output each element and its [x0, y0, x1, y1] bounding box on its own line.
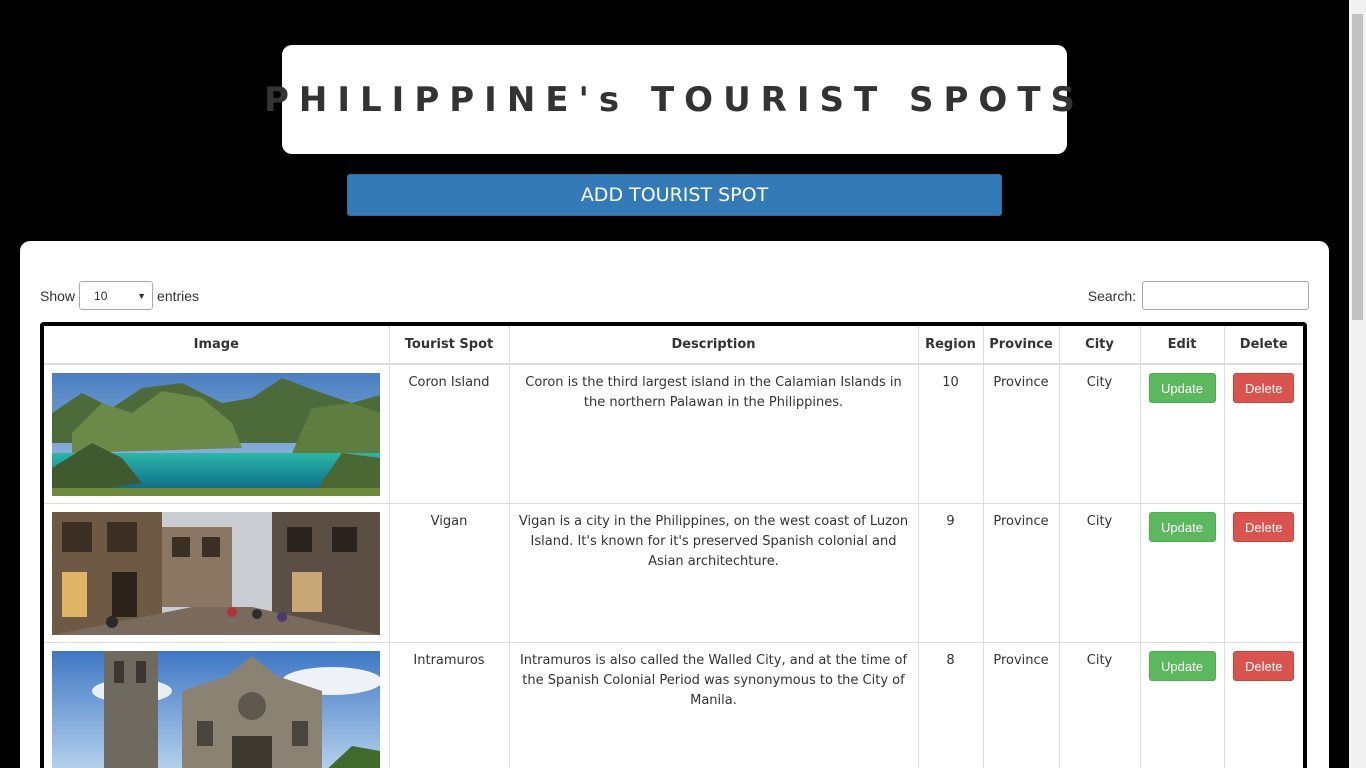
- table-row: Intramuros Intramuros is also called the…: [44, 642, 1303, 768]
- tourist-spot-cell: Vigan: [389, 503, 510, 643]
- province-cell: Province: [983, 642, 1060, 768]
- image-cell: [44, 364, 390, 504]
- table-header-row: Image Tourist Spot Description Region Pr…: [44, 326, 1303, 365]
- search-label: Search:: [1087, 287, 1136, 304]
- column-header-region[interactable]: Region: [918, 326, 984, 365]
- delete-cell: Delete: [1224, 642, 1303, 768]
- city-cell: City: [1059, 503, 1141, 643]
- tourist-spot-cell: Intramuros: [389, 642, 510, 768]
- table-panel: Show 10 ▼ entries Search: Image Tourist …: [20, 241, 1329, 768]
- region-cell: 9: [918, 503, 984, 643]
- column-header-description[interactable]: Description: [509, 326, 919, 365]
- delete-button[interactable]: Delete: [1233, 373, 1295, 403]
- table-row: Coron Island Coron is the third largest …: [44, 364, 1303, 504]
- entries-length-select[interactable]: 10 ▼: [79, 281, 154, 310]
- scrollbar-thumb[interactable]: [1352, 14, 1363, 320]
- province-cell: Province: [983, 364, 1060, 504]
- delete-button[interactable]: Delete: [1233, 511, 1295, 542]
- page-title: PHILIPPINE's TOURIST SPOTS: [263, 79, 1086, 120]
- caret-down-icon: ▼: [137, 290, 147, 301]
- edit-cell: Update: [1140, 364, 1225, 504]
- description-cell: Coron is the third largest island in the…: [509, 364, 919, 504]
- delete-button[interactable]: Delete: [1233, 650, 1295, 681]
- update-button[interactable]: Update: [1148, 511, 1216, 542]
- region-cell: 10: [918, 364, 984, 504]
- column-header-image[interactable]: Image: [44, 326, 390, 365]
- add-tourist-spot-button[interactable]: ADD TOURIST SPOT: [347, 174, 1002, 216]
- vertical-scrollbar[interactable]: [1349, 0, 1366, 768]
- province-cell: Province: [983, 503, 1060, 643]
- data-table-frame: Image Tourist Spot Description Region Pr…: [40, 322, 1307, 768]
- column-header-province[interactable]: Province: [983, 326, 1060, 365]
- city-cell: City: [1059, 642, 1141, 768]
- table-row: Vigan Vigan is a city in the Philippines…: [44, 503, 1303, 643]
- title-card: PHILIPPINE's TOURIST SPOTS: [264, 45, 1075, 154]
- column-header-edit[interactable]: Edit: [1140, 326, 1225, 365]
- search-control: Search:: [1088, 281, 1309, 310]
- edit-cell: Update: [1140, 642, 1225, 768]
- entries-length-value: 10: [94, 288, 108, 303]
- delete-cell: Delete: [1224, 503, 1303, 643]
- city-cell: City: [1059, 364, 1141, 504]
- tourist-spot-cell: Coron Island: [389, 364, 510, 504]
- update-button[interactable]: Update: [1148, 650, 1216, 681]
- image-cell: [44, 642, 390, 768]
- image-cell: [44, 503, 390, 643]
- coron-island-image: [52, 373, 380, 496]
- column-header-tourist-spot[interactable]: Tourist Spot: [389, 326, 510, 365]
- vigan-image: [52, 511, 380, 635]
- length-control: Show 10 ▼ entries: [40, 281, 199, 310]
- entries-label: entries: [157, 287, 200, 304]
- delete-cell: Delete: [1224, 364, 1303, 504]
- description-cell: Vigan is a city in the Philippines, on t…: [509, 503, 919, 643]
- page: PHILIPPINE's TOURIST SPOTS ADD TOURIST S…: [0, 0, 1366, 768]
- tourist-spots-table: Image Tourist Spot Description Region Pr…: [44, 326, 1303, 768]
- show-label: Show: [40, 287, 76, 304]
- description-cell: Intramuros is also called the Walled Cit…: [509, 642, 919, 768]
- search-input[interactable]: [1142, 281, 1309, 310]
- edit-cell: Update: [1140, 503, 1225, 643]
- column-header-city[interactable]: City: [1059, 326, 1141, 365]
- intramuros-image: [52, 650, 380, 768]
- update-button[interactable]: Update: [1148, 373, 1216, 403]
- column-header-delete[interactable]: Delete: [1224, 326, 1303, 365]
- region-cell: 8: [918, 642, 984, 768]
